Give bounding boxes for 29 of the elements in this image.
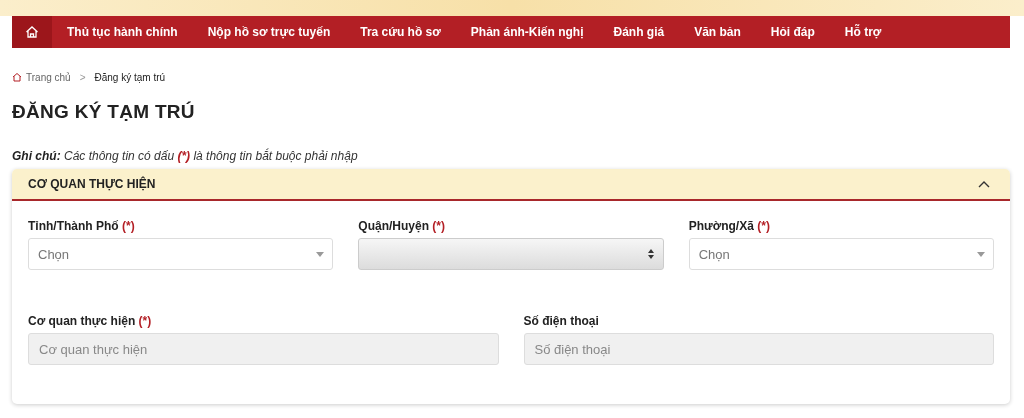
dropdown-field[interactable]: Chọn xyxy=(28,238,334,270)
field-label: Phường/Xã (*) xyxy=(688,219,771,233)
dropdown-field[interactable]: Chọn xyxy=(688,238,994,270)
nav-tab[interactable]: Nộp hồ sơ trực tuyến xyxy=(192,16,346,48)
panel-title: CƠ QUAN THỰC HIỆN xyxy=(28,177,156,191)
page-title: ĐĂNG KÝ TẠM TRÚ xyxy=(12,101,196,123)
field-label: Tỉnh/Thành Phố (*) xyxy=(28,219,136,233)
nav-tab[interactable]: Tra cứu hồ sơ xyxy=(345,16,456,48)
nav-tab[interactable]: Văn bản xyxy=(679,16,756,48)
nav-tab[interactable]: Phản ánh-Kiến nghị xyxy=(455,16,599,48)
panel-header[interactable]: CƠ QUAN THỰC HIỆN xyxy=(12,169,1010,201)
home-icon xyxy=(12,72,22,82)
nav-tab[interactable]: Thủ tục hành chính xyxy=(52,16,193,48)
nav-tab[interactable]: Hỗ trợ xyxy=(829,16,897,48)
note-text: Ghi chú: Các thông tin có dấu (*) là thông tin bắt buộc phải nhập xyxy=(12,149,359,163)
stepper-arrows-icon xyxy=(646,248,655,260)
dropdown-arrow-icon xyxy=(316,251,325,257)
home-icon xyxy=(25,25,39,39)
nav-tab[interactable]: Đánh giá xyxy=(598,16,680,48)
dropdown-arrow-icon xyxy=(977,251,985,257)
field-label: Quận/Huyện (*) xyxy=(358,219,447,233)
breadcrumb-link[interactable]: Trang chủ xyxy=(26,71,71,83)
collapse-chevron-icon xyxy=(978,180,990,188)
breadcrumb-separator: > xyxy=(79,71,86,83)
field-label: Cơ quan thực hiện (*) xyxy=(28,314,153,328)
nav-tab[interactable]: Hỏi đáp xyxy=(755,16,830,48)
field-label: Số điện thoại xyxy=(523,314,600,328)
breadcrumb-current: Đăng ký tạm trú xyxy=(94,71,166,83)
home-tab[interactable] xyxy=(12,16,52,48)
